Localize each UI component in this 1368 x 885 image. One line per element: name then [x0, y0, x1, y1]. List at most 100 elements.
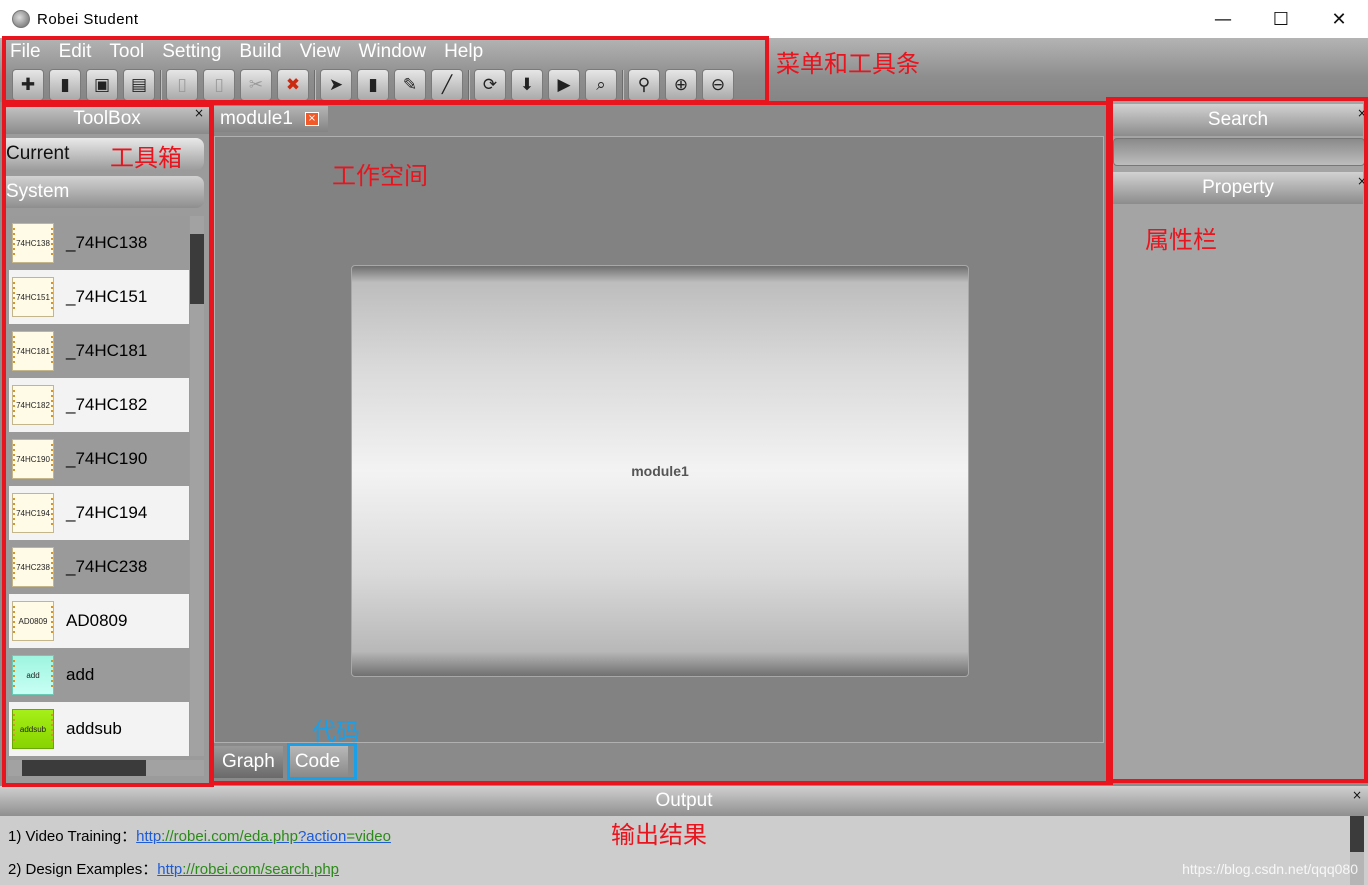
- delete-icon[interactable]: ✖: [277, 69, 309, 101]
- window-controls: — ☐ ✕: [1194, 0, 1368, 38]
- toolbar-separator: [314, 70, 316, 100]
- toolbox-close-icon[interactable]: ×: [194, 106, 204, 120]
- tab-graph[interactable]: Graph: [214, 746, 283, 778]
- close-window-button[interactable]: ✕: [1310, 0, 1368, 38]
- output-line: 1) Video Training：http://robei.com/eda.p…: [8, 825, 391, 846]
- zoom-in-icon[interactable]: ⊕: [665, 69, 697, 101]
- wire-icon[interactable]: ╱: [431, 69, 463, 101]
- search-header: Search ×: [1113, 104, 1367, 136]
- annotation-label-output: 输出结果: [611, 821, 707, 849]
- window-title: Robei Student: [37, 10, 139, 28]
- component-list: 74HC138 _74HC138 74HC151 _74HC151 74HC181 _74…: [9, 216, 189, 756]
- property-title: Property: [1202, 177, 1274, 198]
- run-icon[interactable]: ⟳: [474, 69, 506, 101]
- paste-icon[interactable]: ▯: [203, 69, 235, 101]
- toolbox-vertical-scrollbar[interactable]: [190, 216, 204, 756]
- list-item[interactable]: addsub addsub: [9, 702, 189, 756]
- search-close-icon[interactable]: ×: [1357, 106, 1367, 120]
- new-icon[interactable]: ✚: [12, 69, 44, 101]
- list-item[interactable]: 74HC194 _74HC194: [9, 486, 189, 540]
- right-panels: Search × Property ×: [1111, 100, 1368, 780]
- minimize-button[interactable]: —: [1194, 0, 1252, 38]
- search-title: Search: [1207, 109, 1269, 130]
- annotation-label-property: 属性栏: [1145, 226, 1217, 254]
- download-icon[interactable]: ⬇: [511, 69, 543, 101]
- list-item[interactable]: 74HC182 _74HC182: [9, 378, 189, 432]
- menu-help[interactable]: Help: [444, 41, 483, 63]
- app-logo-icon: [12, 10, 30, 28]
- component-chip-icon: 74HC238: [12, 547, 54, 587]
- output-line-prefix: 1) Video Training：: [8, 828, 137, 845]
- maximize-button[interactable]: ☐: [1252, 0, 1310, 38]
- zoom-out-icon[interactable]: ⊖: [702, 69, 734, 101]
- component-chip-icon: 74HC190: [12, 439, 54, 479]
- design-canvas[interactable]: module1: [214, 136, 1104, 743]
- component-chip-icon: add: [12, 655, 54, 695]
- output-line: 2) Design Examples：http://robei.com/sear…: [8, 858, 339, 879]
- tab-module1[interactable]: module1 ×: [214, 106, 328, 132]
- cut-icon[interactable]: ✂: [240, 69, 272, 101]
- list-item[interactable]: 74HC238 _74HC238: [9, 540, 189, 594]
- property-close-icon[interactable]: ×: [1357, 174, 1367, 188]
- video-training-link[interactable]: http://robei.com/eda.php?action=video: [136, 828, 391, 845]
- list-item[interactable]: 74HC151 _74HC151: [9, 270, 189, 324]
- menu-edit[interactable]: Edit: [59, 41, 92, 63]
- output-close-icon[interactable]: ×: [1352, 788, 1362, 802]
- menu-build[interactable]: Build: [239, 41, 281, 63]
- search-input[interactable]: [1113, 138, 1365, 166]
- component-name: addsub: [66, 719, 122, 738]
- property-header: Property ×: [1113, 172, 1367, 204]
- toolbox-title: ToolBox: [73, 108, 141, 129]
- list-item[interactable]: AD0809 AD0809: [9, 594, 189, 648]
- component-chip-icon: addsub: [12, 709, 54, 749]
- component-name: _74HC151: [66, 287, 148, 306]
- list-item[interactable]: add add: [9, 648, 189, 702]
- list-item[interactable]: 74HC181 _74HC181: [9, 324, 189, 378]
- save-icon[interactable]: ▣: [86, 69, 118, 101]
- component-name: _74HC194: [66, 503, 148, 522]
- workspace: module1 × module1 Graph Code: [212, 104, 1108, 782]
- module-icon[interactable]: ▮: [357, 69, 389, 101]
- menu-setting[interactable]: Setting: [162, 41, 221, 63]
- scroll-thumb[interactable]: [22, 760, 146, 776]
- category-system[interactable]: System: [4, 176, 204, 208]
- simulate-icon[interactable]: ▶: [548, 69, 580, 101]
- menu-toolbar-area: File Edit Tool Setting Build View Window Help ✚…: [0, 38, 1368, 102]
- toolbox-header: ToolBox ×: [4, 104, 210, 134]
- pin-icon[interactable]: ✎: [394, 69, 426, 101]
- scroll-thumb[interactable]: [190, 234, 204, 304]
- tab-close-icon[interactable]: ×: [304, 112, 319, 126]
- open-icon[interactable]: ▮: [49, 69, 81, 101]
- annotation-label-code: 代码: [312, 718, 360, 746]
- output-line-prefix: 2) Design Examples：: [8, 861, 158, 878]
- menu-bar: File Edit Tool Setting Build View Window Help: [0, 38, 501, 66]
- save-all-icon[interactable]: ▤: [123, 69, 155, 101]
- component-chip-icon: 74HC182: [12, 385, 54, 425]
- output-header: Output ×: [0, 786, 1368, 816]
- menu-view[interactable]: View: [300, 41, 341, 63]
- list-item[interactable]: 74HC138 _74HC138: [9, 216, 189, 270]
- component-name: _74HC182: [66, 395, 148, 414]
- list-item[interactable]: 74HC190 _74HC190: [9, 432, 189, 486]
- annotation-label-toolbox: 工具箱: [110, 144, 182, 172]
- component-chip-icon: 74HC138: [12, 223, 54, 263]
- annotation-label-workspace: 工作空间: [332, 162, 428, 190]
- pointer-icon[interactable]: ➤: [320, 69, 352, 101]
- menu-file[interactable]: File: [10, 41, 41, 63]
- copy-icon[interactable]: ▯: [166, 69, 198, 101]
- inspect-icon[interactable]: ⌕: [585, 69, 617, 101]
- design-examples-link[interactable]: http://robei.com/search.php: [157, 861, 339, 878]
- zoom-fit-icon[interactable]: ⚲: [628, 69, 660, 101]
- tab-code[interactable]: Code: [286, 746, 349, 778]
- component-name: add: [66, 665, 95, 684]
- component-chip-icon: AD0809: [12, 601, 54, 641]
- component-name: AD0809: [66, 611, 128, 630]
- toolbar-separator: [160, 70, 162, 100]
- scroll-thumb[interactable]: [1350, 816, 1364, 852]
- menu-window[interactable]: Window: [358, 41, 426, 63]
- module-block[interactable]: module1: [351, 265, 969, 677]
- toolbox-horizontal-scrollbar[interactable]: [8, 760, 204, 776]
- menu-tool[interactable]: Tool: [109, 41, 144, 63]
- output-title: Output: [655, 790, 713, 811]
- robei-app-window: Robei Student — ☐ ✕ File Edit Tool Setting B…: [0, 0, 1368, 885]
